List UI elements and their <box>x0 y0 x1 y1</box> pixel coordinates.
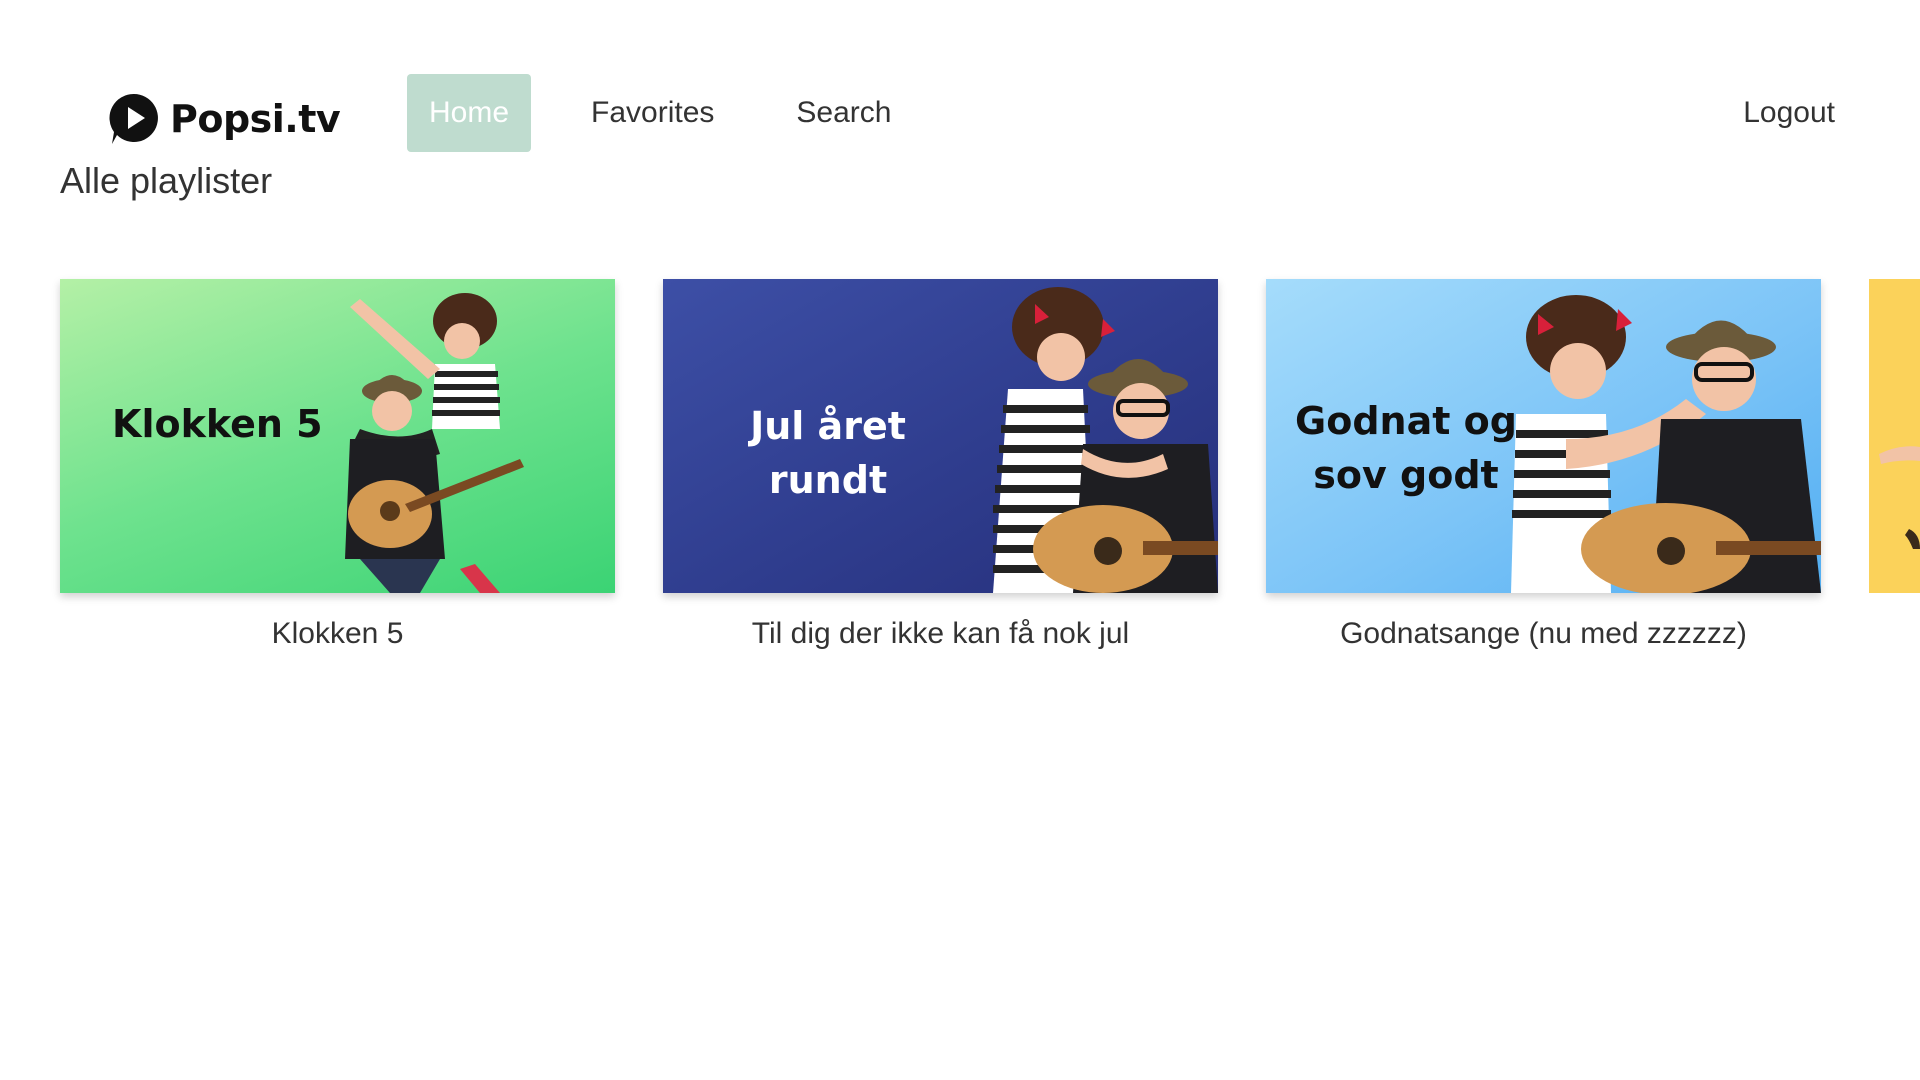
thumbnail-title-line: rundt <box>768 458 888 502</box>
play-bubble-icon <box>109 93 158 144</box>
nav-search[interactable]: Search <box>774 74 913 152</box>
playlist-card-jul[interactable]: Jul året rundt Til dig der ikke kan få n… <box>663 279 1218 650</box>
logout-button[interactable]: Logout <box>1743 74 1835 152</box>
playlist-row: Klokken 5 Klokken 5 Jul året rundt Til d… <box>60 279 1920 679</box>
brand-logo[interactable]: Popsi.tv <box>108 92 341 146</box>
app-root: Popsi.tv Home Favorites Search Logout Al… <box>0 0 1920 1080</box>
playlist-label: Til dig der ikke kan få nok jul <box>751 617 1130 650</box>
playlist-thumbnail[interactable]: Jul året rundt <box>663 279 1218 593</box>
playlist-card-godnat[interactable]: Godnat og sov godt Godnatsange (nu med z… <box>1266 279 1821 650</box>
thumbnail-title-line: Godnat og <box>1295 399 1517 443</box>
playlist-card-partial[interactable] <box>1869 279 1920 593</box>
header: Popsi.tv Home Favorites Search Logout <box>0 0 1920 160</box>
nav-home[interactable]: Home <box>407 74 532 152</box>
performers-illustration <box>1879 446 1920 549</box>
playlist-thumbnail[interactable]: Godnat og sov godt <box>1266 279 1821 593</box>
section-title: Alle playlister <box>60 160 273 201</box>
playlist-label: Godnatsange (nu med zzzzzz) <box>1340 617 1747 650</box>
playlist-thumbnail[interactable] <box>1869 279 1920 593</box>
thumbnail-title: Klokken 5 <box>112 402 323 446</box>
thumbnail-title: Jul året rundt <box>713 399 943 507</box>
thumbnail-title-line: Jul året <box>750 404 906 448</box>
brand-name: Popsi.tv <box>170 97 341 141</box>
playlist-thumbnail[interactable]: Klokken 5 <box>60 279 615 593</box>
main-nav: Home Favorites Search <box>407 74 951 152</box>
thumbnail-title-line: sov godt <box>1313 453 1499 497</box>
playlist-label: Klokken 5 <box>271 617 404 650</box>
thumbnail-title: Godnat og sov godt <box>1286 394 1526 502</box>
nav-favorites[interactable]: Favorites <box>569 74 736 152</box>
playlist-card-klokken-5[interactable]: Klokken 5 Klokken 5 <box>60 279 615 650</box>
